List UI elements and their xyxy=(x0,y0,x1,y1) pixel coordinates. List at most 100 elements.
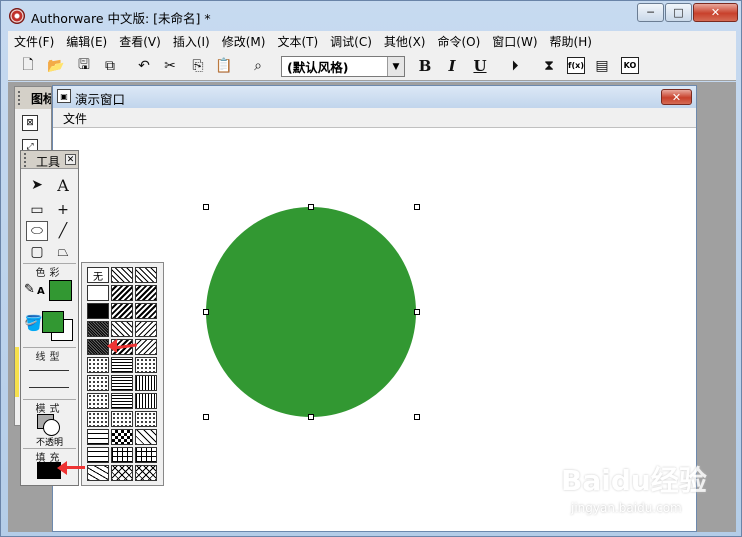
menu-commands[interactable]: 命令(O) xyxy=(431,33,486,50)
pattern-option[interactable] xyxy=(111,321,133,337)
pattern-option[interactable] xyxy=(111,411,133,427)
find-icon[interactable]: ⌕ xyxy=(248,56,268,76)
close-button[interactable]: ✕ xyxy=(693,3,738,22)
pattern-option[interactable] xyxy=(111,267,133,283)
crosshair-line-tool-icon[interactable]: + xyxy=(52,200,74,220)
maximize-button[interactable]: □ xyxy=(665,3,692,22)
green-circle-shape[interactable] xyxy=(206,207,416,417)
pattern-option[interactable] xyxy=(135,375,157,391)
pattern-option[interactable] xyxy=(135,429,157,445)
pattern-option[interactable] xyxy=(135,321,157,337)
pattern-option[interactable] xyxy=(87,357,109,373)
pattern-option[interactable] xyxy=(87,465,109,481)
pattern-option[interactable] xyxy=(111,285,133,301)
menu-other[interactable]: 其他(X) xyxy=(378,33,432,50)
import-icon[interactable]: ⧉ xyxy=(100,56,120,76)
ellipse-tool-icon[interactable]: ⬭ xyxy=(26,221,48,241)
pattern-option[interactable] xyxy=(111,357,133,373)
open-folder-icon[interactable]: 📂 xyxy=(46,56,66,76)
restart-icon[interactable]: ⏵ xyxy=(505,56,525,76)
functions-button[interactable]: f(x) xyxy=(567,57,585,74)
presentation-close-button[interactable]: ✕ xyxy=(661,89,692,105)
icon-palette-header[interactable]: 图标 xyxy=(15,87,51,109)
line-style-option[interactable] xyxy=(29,370,69,371)
selection-handle[interactable] xyxy=(414,309,420,315)
stroke-color-swatch[interactable] xyxy=(49,280,72,301)
line-style-option[interactable] xyxy=(29,387,69,388)
selection-handle[interactable] xyxy=(203,204,209,210)
fill-foreground-swatch[interactable] xyxy=(42,311,64,333)
pattern-option[interactable] xyxy=(87,339,109,355)
copy-icon[interactable]: ⎘ xyxy=(188,56,208,76)
text-style-select[interactable]: (默认风格) ▼ xyxy=(281,56,405,77)
menu-help[interactable]: 帮助(H) xyxy=(544,33,598,50)
variables-icon[interactable]: ▤ xyxy=(592,56,612,76)
pattern-option[interactable] xyxy=(87,375,109,391)
menu-view[interactable]: 查看(V) xyxy=(113,33,167,50)
pattern-option[interactable] xyxy=(111,465,133,481)
pattern-option[interactable] xyxy=(135,303,157,319)
selection-handle[interactable] xyxy=(308,204,314,210)
display-icon[interactable]: ⊠ xyxy=(22,115,38,131)
pattern-option[interactable] xyxy=(87,303,109,319)
underline-button[interactable]: U xyxy=(469,56,491,76)
menu-window[interactable]: 窗口(W) xyxy=(486,33,543,50)
pattern-option[interactable] xyxy=(135,339,157,355)
selection-handle[interactable] xyxy=(308,414,314,420)
bold-button[interactable]: B xyxy=(414,56,436,76)
menu-file[interactable]: 文件(F) xyxy=(8,33,60,50)
pattern-option[interactable] xyxy=(135,411,157,427)
pattern-option[interactable] xyxy=(135,465,157,481)
diagonal-line-tool-icon[interactable]: ╱ xyxy=(52,221,74,241)
cut-icon[interactable]: ✂ xyxy=(160,56,180,76)
pattern-option[interactable] xyxy=(87,393,109,409)
pattern-option[interactable] xyxy=(111,375,133,391)
selection-handle[interactable] xyxy=(203,414,209,420)
tools-panel-header[interactable]: 工具 ✕ xyxy=(21,151,78,169)
presentation-menu-file[interactable]: 文件 xyxy=(63,110,87,127)
menu-modify[interactable]: 修改(M) xyxy=(216,33,272,50)
pointer-tool-icon[interactable]: ➤ xyxy=(26,175,48,195)
minimize-button[interactable]: ─ xyxy=(637,3,664,22)
menu-insert[interactable]: 插入(I) xyxy=(167,33,216,50)
pattern-option[interactable] xyxy=(87,285,109,301)
knowledge-objects-button[interactable]: KO xyxy=(621,57,639,74)
rounded-rect-tool-icon[interactable]: ▢ xyxy=(26,242,48,262)
presentation-title-bar[interactable]: ▣ 演示窗口 ✕ xyxy=(53,86,696,108)
pattern-option[interactable] xyxy=(87,321,109,337)
new-file-icon[interactable]: 🗋 xyxy=(18,56,38,76)
pattern-option[interactable] xyxy=(111,303,133,319)
pattern-option[interactable] xyxy=(135,267,157,283)
rectangle-tool-icon[interactable]: ▭ xyxy=(26,200,48,220)
save-all-icon[interactable]: 🖫 xyxy=(74,56,94,76)
grip-icon[interactable] xyxy=(18,91,22,105)
chevron-down-icon[interactable]: ▼ xyxy=(387,57,404,76)
pattern-option[interactable] xyxy=(135,447,157,463)
pattern-none-option[interactable]: 无 xyxy=(87,267,109,283)
paste-icon[interactable]: 📋 xyxy=(214,56,234,76)
pattern-option[interactable] xyxy=(111,447,133,463)
authorware-logo-icon[interactable] xyxy=(9,8,25,24)
control-panel-icon[interactable]: ⧗ xyxy=(539,56,559,76)
pattern-option[interactable] xyxy=(87,429,109,445)
pattern-option[interactable] xyxy=(135,357,157,373)
menu-text[interactable]: 文本(T) xyxy=(271,33,324,50)
italic-button[interactable]: I xyxy=(441,56,463,76)
selection-handle[interactable] xyxy=(203,309,209,315)
pattern-option[interactable] xyxy=(135,285,157,301)
selection-handle[interactable] xyxy=(414,204,420,210)
title-bar[interactable]: Authorware 中文版: [未命名] * ─ □ ✕ xyxy=(1,1,742,31)
pattern-option[interactable] xyxy=(87,411,109,427)
menu-edit[interactable]: 编辑(E) xyxy=(60,33,113,50)
text-tool-icon[interactable]: A xyxy=(52,175,74,195)
pattern-option[interactable] xyxy=(111,429,133,445)
menu-debug[interactable]: 调试(C) xyxy=(324,33,378,50)
pattern-option[interactable] xyxy=(87,447,109,463)
polygon-tool-icon[interactable]: ⏢ xyxy=(52,242,74,262)
undo-icon[interactable]: ↶ xyxy=(134,56,154,76)
tools-close-icon[interactable]: ✕ xyxy=(65,154,76,165)
pattern-option[interactable] xyxy=(135,393,157,409)
selection-handle[interactable] xyxy=(414,414,420,420)
grip-icon[interactable] xyxy=(24,153,28,167)
pattern-option[interactable] xyxy=(111,393,133,409)
